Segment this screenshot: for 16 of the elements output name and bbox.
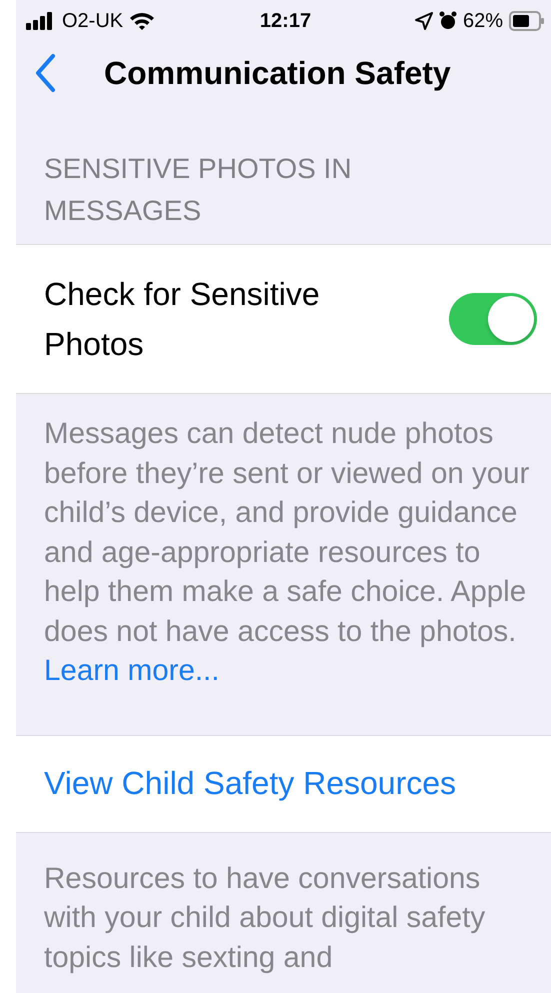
section-header: SENSITIVE PHOTOS IN MESSAGES [43, 152, 353, 228]
row-label: Check for Sensitive Photos [44, 275, 321, 364]
carrier-name: O2-UK [62, 10, 124, 32]
status-time: 12:17 [260, 10, 312, 32]
wifi-icon [129, 11, 156, 31]
toggle-switch[interactable] [449, 293, 537, 345]
battery-percent: 62% [462, 10, 503, 32]
page-title: Communication Safety [104, 54, 451, 92]
alarm-clock-icon [438, 11, 457, 31]
location-arrow-icon [414, 12, 433, 30]
section-footer-text: Messages can detect nude photos before they’re sent or viewed on your child’s device, and provide guidance and age-appropriate resources to help them make a safe choice. Apple does not have access to the photos. Learn more... [43, 416, 530, 689]
learn-more-link[interactable]: Learn more... [44, 654, 220, 687]
back-chevron-icon[interactable] [34, 53, 56, 93]
resources-footer-text: Resources to have conversations with your child about digital safety topics like sexting and [43, 860, 486, 976]
battery-icon [509, 11, 545, 31]
resources-link[interactable]: View Child Safety Resources [44, 765, 456, 802]
